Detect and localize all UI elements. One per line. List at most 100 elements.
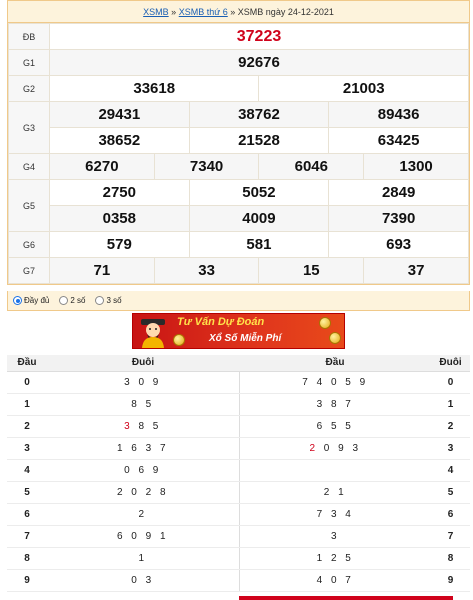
results-box: XSMB » XSMB thứ 6 » XSMB ngày 24-12-2021… [7, 0, 470, 285]
table-row: 7 6 0 9 1 3 7 [7, 525, 470, 548]
option-label: Đầy đủ [24, 296, 50, 305]
prize-row-db: ĐB 37223 [8, 23, 469, 50]
highlight-digit: 3 [124, 420, 133, 432]
heads-list: 2 1 [239, 481, 431, 504]
head-digit: 1 [7, 393, 47, 416]
prize-row-g4: G4 6270 7340 6046 1300 [8, 153, 469, 180]
fortune-god-icon [141, 319, 165, 348]
option-label: 2 số [70, 296, 86, 305]
breadcrumb-sep: » [230, 7, 236, 17]
display-options: Đầy đủ 2 số 3 số [7, 291, 470, 311]
prize-label: ĐB [8, 23, 50, 50]
coin-icon [319, 317, 331, 329]
tails-list: 8 5 [47, 393, 240, 416]
table-row: 8 1 1 2 5 8 [7, 547, 470, 570]
table-row: 0 3 0 9 7 4 0 5 9 0 [7, 371, 470, 394]
prize-value: 7340 [153, 153, 260, 180]
prize-value: 33618 [48, 75, 260, 102]
banner-title: Tư Vấn Dự Đoán [177, 316, 265, 328]
prize-value: 5052 [188, 179, 330, 206]
breadcrumb-link-xsmb-friday[interactable]: XSMB thứ 6 [179, 7, 228, 17]
head-digit: 9 [7, 569, 47, 592]
prize-value: 693 [328, 231, 469, 258]
prize-label: G5 [8, 179, 50, 232]
tail-digit: 5 [431, 481, 470, 504]
col-header-head: Đầu [239, 355, 431, 372]
tails-list: 2 [47, 503, 240, 526]
heads-list: 3 8 7 [239, 393, 431, 416]
tail-digit: 9 [431, 569, 470, 592]
option-2-digits[interactable]: 2 số [59, 296, 85, 305]
prize-row-g3a: G3 29431 38762 89436 [8, 101, 469, 154]
heads-list: 7 4 0 5 9 [239, 371, 431, 394]
tails-list: 2 0 2 8 [47, 481, 240, 504]
option-label: 3 số [106, 296, 122, 305]
tail-digit: 4 [431, 459, 470, 482]
loto-table: Đầu Đuôi Đầu Đuôi 0 3 0 9 7 4 0 5 9 0 1 … [7, 355, 470, 592]
heads-list: 1 2 5 [239, 547, 431, 570]
prize-label: G2 [8, 75, 50, 102]
prize-row-g2: G2 33618 21003 [8, 75, 469, 102]
banner-subtitle: Xổ Số Miễn Phí [209, 333, 282, 344]
head-digit: 7 [7, 525, 47, 548]
table-row: 6 2 7 3 4 6 [7, 503, 470, 526]
prize-value: 579 [49, 231, 190, 258]
prize-label: G1 [8, 49, 50, 76]
radio-icon[interactable] [95, 296, 105, 305]
prize-value: 33 [153, 257, 260, 284]
heads-list: 4 0 7 [239, 569, 431, 592]
prize-value: 2750 [49, 179, 190, 206]
prize-row-g3b: 38652 21528 63425 [9, 127, 469, 154]
option-full[interactable]: Đầy đủ [13, 296, 49, 305]
head-digit: 4 [7, 459, 47, 482]
tail-digit: 8 [431, 547, 470, 570]
heads-list [239, 459, 431, 482]
table-row: 2 3 8 5 6 5 5 2 [7, 415, 470, 438]
prize-value: 38652 [49, 127, 190, 154]
coin-icon [173, 334, 185, 346]
tail-digit: 0 [431, 371, 470, 394]
prize-value: 581 [188, 231, 330, 258]
prize-label: G4 [8, 153, 50, 180]
heads-list: 7 3 4 [239, 503, 431, 526]
prize-label: G6 [8, 231, 50, 258]
head-digit: 8 [7, 547, 47, 570]
special-prize-value: 37223 [49, 23, 469, 50]
prize-row-g5b: 0358 4009 7390 [9, 205, 469, 232]
prize-value: 71 [49, 257, 155, 284]
radio-selected-icon[interactable] [13, 296, 22, 305]
breadcrumb-sep: » [171, 7, 177, 17]
tail-digit: 7 [431, 525, 470, 548]
col-header-tail: Đuôi [47, 355, 239, 372]
head-digit: 5 [7, 481, 47, 504]
prize-value: 7390 [328, 205, 469, 232]
prize-value: 29431 [49, 101, 190, 128]
tail-digit: 2 [431, 415, 470, 438]
tails-list: 0 3 [47, 569, 240, 592]
table-row: 3 1 6 3 7 2 0 9 3 3 [7, 437, 470, 460]
tails-rest: 8 5 [132, 420, 162, 432]
radio-icon[interactable] [59, 296, 69, 305]
tail-digit: 1 [431, 393, 470, 416]
prize-table: ĐB 37223 G1 92676 G2 33618 21003 G3 2943… [8, 23, 469, 284]
prize-row-g5a: G5 2750 5052 2849 [8, 179, 469, 232]
tail-digit: 6 [431, 503, 470, 526]
table-row: 4 0 6 9 4 [7, 459, 470, 482]
coin-icon [329, 332, 341, 344]
head-digit: 6 [7, 503, 47, 526]
prize-value: 21528 [188, 127, 330, 154]
head-digit: 2 [7, 415, 47, 438]
breadcrumb-link-xsmb[interactable]: XSMB [143, 7, 169, 17]
prize-label: G7 [8, 257, 50, 284]
prize-value: 37 [363, 257, 469, 284]
table-row: 1 8 5 3 8 7 1 [7, 393, 470, 416]
option-3-digits[interactable]: 3 số [95, 296, 122, 305]
advice-banner[interactable]: Tư Vấn Dự Đoán Xổ Số Miễn Phí [132, 313, 345, 349]
prize-value: 6270 [49, 153, 155, 180]
tails-list: 3 8 5 [47, 415, 240, 438]
tails-list: 3 0 9 [47, 371, 240, 394]
prize-value: 2849 [328, 179, 469, 206]
prize-row-g6: G6 579 581 693 [8, 231, 469, 258]
heads-list: 6 5 5 [239, 415, 431, 438]
col-header-head: Đầu [7, 355, 47, 372]
